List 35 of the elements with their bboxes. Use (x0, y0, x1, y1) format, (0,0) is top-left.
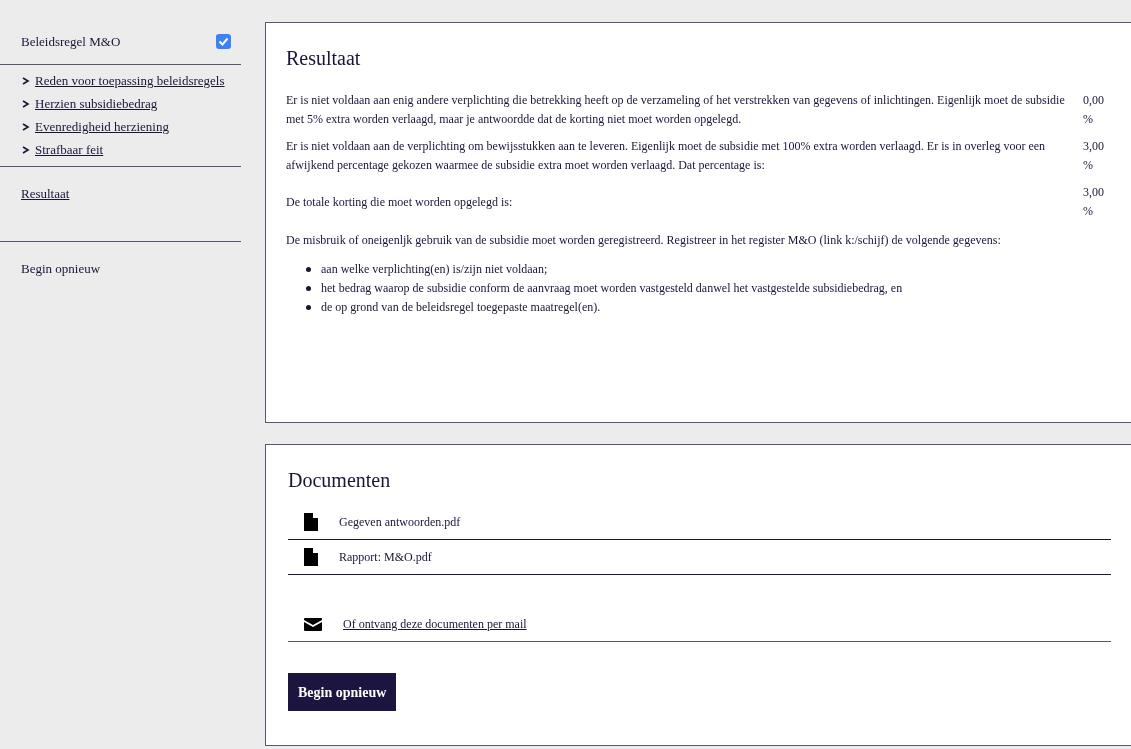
mail-link[interactable]: Of ontvang deze documenten per mail (343, 615, 527, 633)
result-text: Er is niet voldaan aan de verplichting om bewijsstukken aan te leveren. Eigenlijk moet de subsidie met 100% extra worden verlaagd. Er is in overleg voor een afwijkend percentage gekozen waarmee de subsidie extra moet worden verlaagd. Dat percentage is: (286, 138, 1047, 174)
section-title: Resultaat (286, 46, 362, 71)
percentage: 0,00 % (1083, 92, 1105, 128)
bullet-icon (306, 305, 311, 310)
check-icon (218, 36, 229, 48)
result-link[interactable]: Resultaat (21, 185, 70, 201)
chevron-icon (22, 99, 30, 108)
restart-link[interactable]: Begin opnieuw (21, 260, 101, 276)
step-link[interactable]: Herzien subsidiebedrag (35, 95, 158, 112)
list-item: de op grond van de beleidsregel toegepaste maatregel(en). (321, 299, 601, 316)
result-text: Er is niet voldaan aan enig andere verplichting die betrekking heeft op de verzameling of het verstrekken van gegevens of inlichtingen. Eigenlijk moet de subsidie met 5% extra worden verlaagd, maar je antwoordde dat de korting niet moet worden opgelegd. (286, 92, 1066, 128)
list-item: het bedrag waarop de subsidie conform de aanvraag moet worden vastgesteld danwel het vastgestelde subsidiebedrag, en (321, 280, 903, 297)
step-link[interactable]: Reden voor toepassing beleidsregels (35, 72, 225, 89)
chevron-icon (22, 145, 30, 154)
file-icon (304, 548, 318, 566)
section-title: Documenten (288, 468, 392, 493)
file-icon (304, 513, 318, 531)
checkbox[interactable] (216, 34, 231, 50)
step-link[interactable]: Strafbaar feit (35, 141, 104, 158)
list-item: aan welke verplichting(en) is/zijn niet voldaan; (321, 261, 548, 278)
step-link[interactable]: Evenredigheid herziening (35, 118, 169, 135)
result-text: De totale korting die moet worden opgelegd is: (286, 193, 514, 211)
bullet-icon (306, 286, 311, 291)
sidebar-title: Beleidsregel M&O (21, 33, 121, 51)
percentage: 3,00 % (1083, 184, 1105, 220)
chevron-icon (22, 76, 30, 85)
chevron-icon (22, 122, 30, 131)
register-text: De misbruik of oneigenljk gebruik van de subsidie moet worden geregistreerd. Registreer in het register M&O (link k:/schijf) de volgende gegevens: (286, 232, 1002, 249)
percentage: 3,00 % (1083, 138, 1105, 174)
bullet-icon (306, 267, 311, 272)
file-link[interactable]: Gegeven antwoorden.pdf (339, 513, 461, 531)
file-link[interactable]: Rapport: M&O.pdf (339, 548, 432, 566)
restart-button[interactable]: Begin opnieuw (288, 673, 397, 711)
mail-icon (304, 617, 322, 631)
